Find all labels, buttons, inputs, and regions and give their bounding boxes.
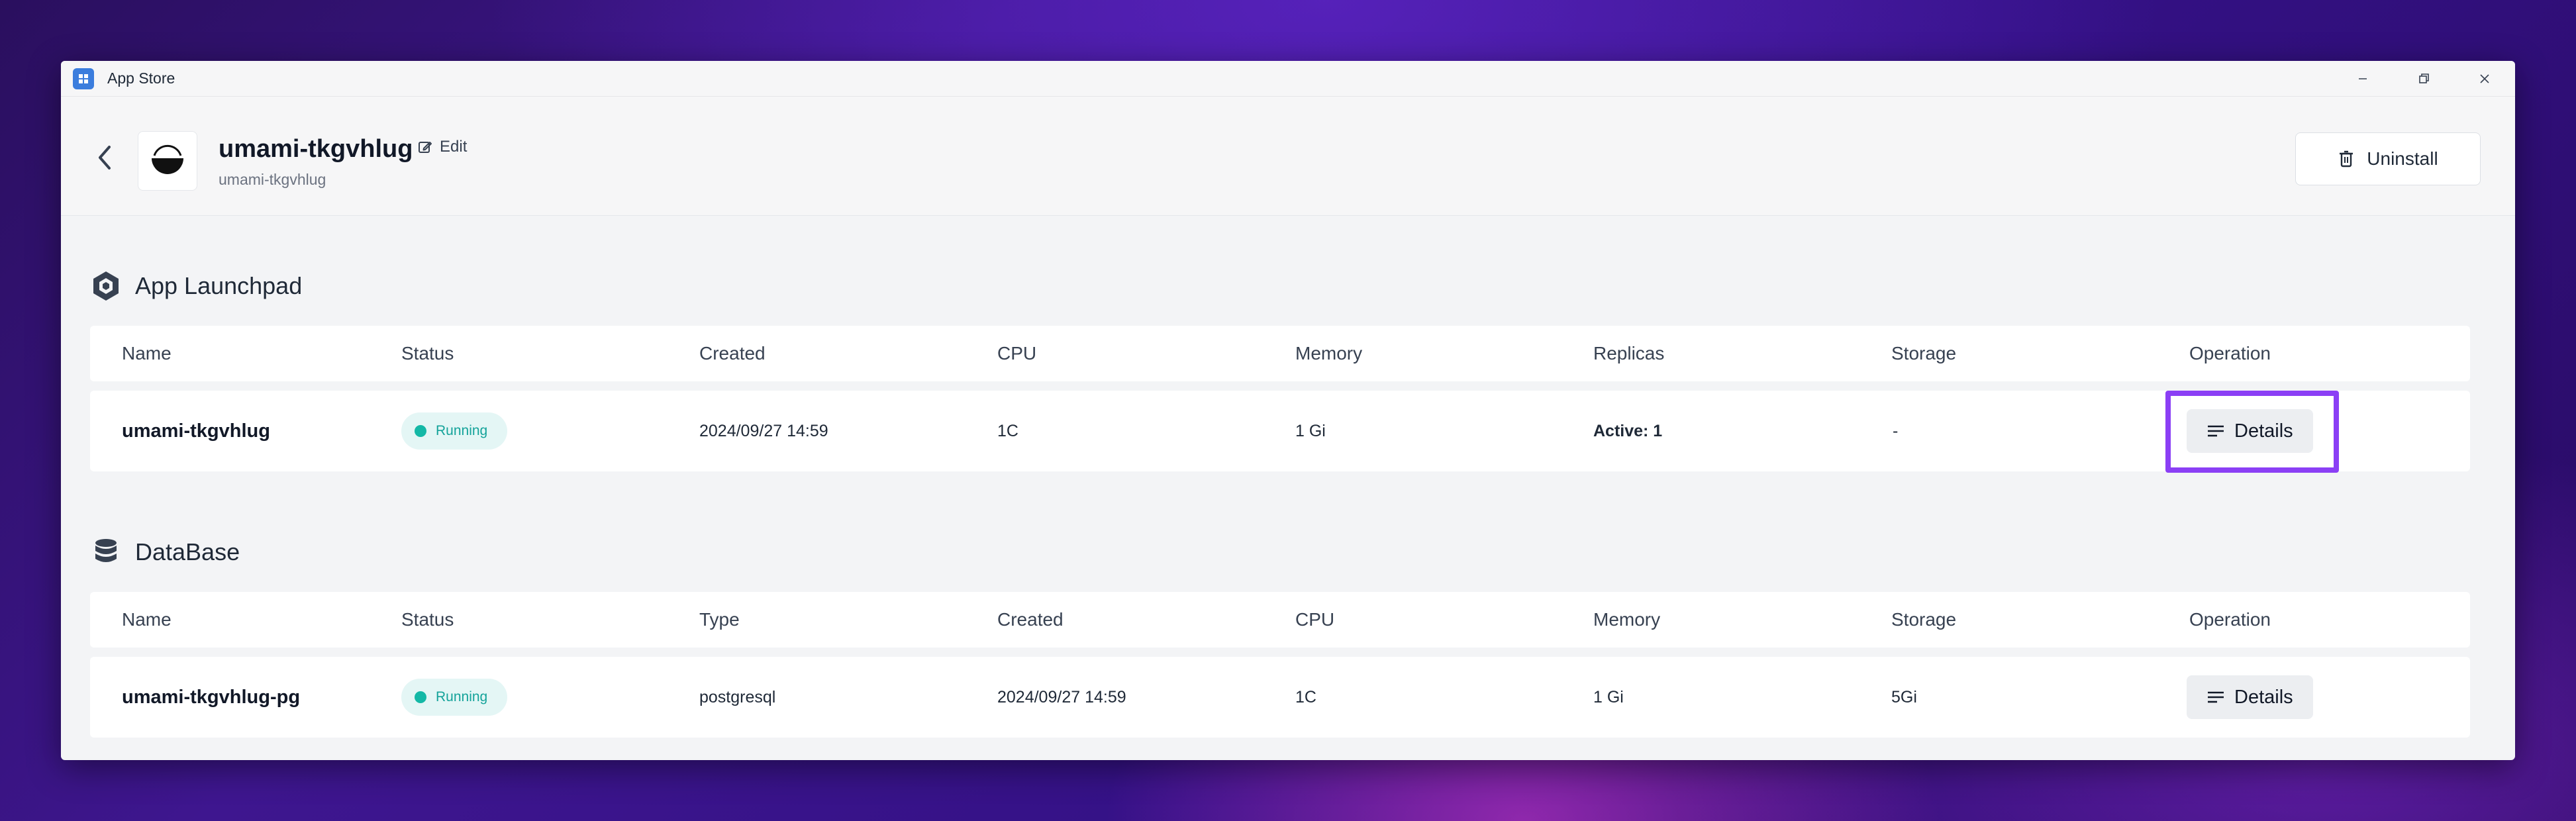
launchpad-table-header: Name Status Created CPU Memory Replicas … [90,326,2470,381]
table-row: umami-tkgvhlug-pg Running postgresql 202… [90,657,2470,738]
app-store-window: App Store umami-tkgvhlug Edit umami-tkgv… [61,61,2515,760]
column-header: Operation [2189,343,2271,363]
storage-cell: - [1893,421,1899,440]
restore-icon [2419,73,2429,83]
column-header: CPU [1295,609,1335,630]
chevron-left-icon [99,146,111,169]
created-cell: 2024/09/27 14:59 [997,687,1126,706]
uninstall-label: Uninstall [2367,148,2438,169]
section-title: DataBase [135,538,240,565]
column-header: Replicas [1593,343,1665,363]
type-cell: postgresql [699,687,776,706]
status-badge: Running [401,412,508,450]
minimize-icon [2359,78,2367,79]
edit-button[interactable]: Edit [417,138,467,156]
column-header: Name [122,609,172,630]
app-detail-header: umami-tkgvhlug Edit umami-tkgvhlug Unins… [61,97,2515,216]
column-header: Created [997,609,1064,630]
column-header: Memory [1593,609,1661,630]
uninstall-button[interactable]: Uninstall [2295,132,2481,185]
highlight-box [2165,391,2339,473]
restore-button[interactable] [2393,61,2454,97]
section-title: App Launchpad [135,272,303,299]
database-section-header: DataBase [90,536,240,568]
close-icon [2480,74,2489,83]
app-icon [138,131,197,191]
list-icon [2208,691,2224,703]
status-label: Running [436,689,488,704]
column-header: Type [699,609,740,630]
cpu-cell: 1C [997,421,1018,440]
cpu-cell: 1C [1295,687,1316,706]
memory-cell: 1 Gi [1295,421,1326,440]
app-launchpad-section-header: App Launchpad [90,270,302,302]
column-header: Status [401,609,454,630]
column-header: CPU [997,343,1037,363]
database-icon [95,539,117,562]
title-bar: App Store [61,61,2515,97]
db-name-cell: umami-tkgvhlug-pg [122,686,301,708]
details-button[interactable]: Details [2187,675,2313,719]
column-header: Name [122,343,172,363]
launchpad-icon [93,271,119,301]
minimize-button[interactable] [2332,61,2393,97]
created-cell: 2024/09/27 14:59 [699,421,828,440]
table-row: umami-tkgvhlug Running 2024/09/27 14:59 … [90,391,2470,471]
umami-logo-icon [152,144,183,174]
database-table-header: Name Status Type Created CPU Memory Stor… [90,592,2470,648]
status-dot-icon [415,425,426,437]
column-header: Operation [2189,609,2271,630]
status-dot-icon [415,691,426,703]
edit-icon [419,142,432,153]
memory-cell: 1 Gi [1593,687,1624,706]
window-title: App Store [107,70,175,87]
back-button[interactable] [91,139,118,176]
column-header: Status [401,343,454,363]
column-header: Memory [1295,343,1363,363]
replicas-cell: Active: 1 [1593,421,1663,440]
app-name: umami-tkgvhlug [219,135,413,163]
column-header: Storage [1891,343,1957,363]
details-label: Details [2234,686,2293,708]
column-header: Created [699,343,766,363]
status-label: Running [436,423,488,438]
column-header: Storage [1891,609,1957,630]
app-store-logo-icon [73,68,94,89]
status-badge: Running [401,679,508,716]
app-subtitle: umami-tkgvhlug [219,171,326,188]
close-button[interactable] [2454,61,2515,97]
storage-cell: 5Gi [1891,687,1917,706]
app-name-cell: umami-tkgvhlug [122,420,270,442]
trash-icon [2340,150,2353,168]
edit-label: Edit [440,138,468,156]
